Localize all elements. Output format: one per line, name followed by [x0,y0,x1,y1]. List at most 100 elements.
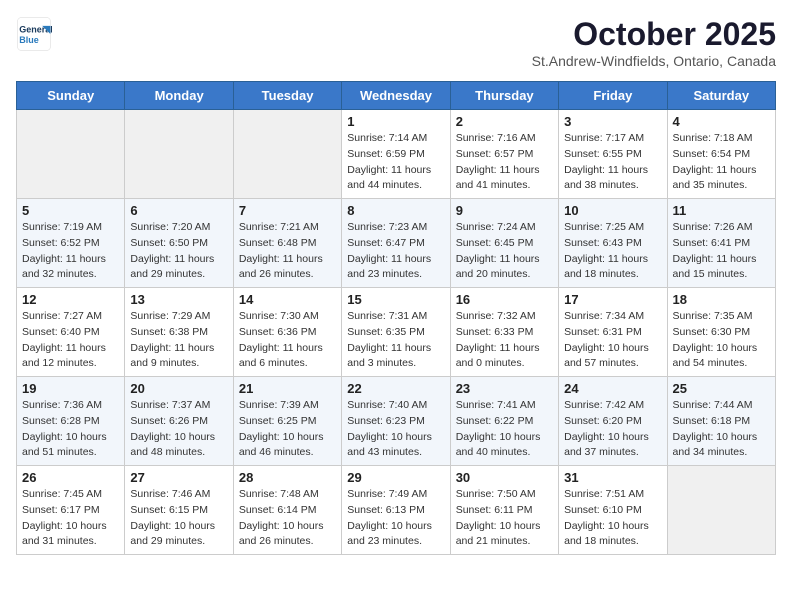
day-number: 21 [239,381,336,396]
calendar-cell: 23 Sunrise: 7:41 AM Sunset: 6:22 PM Dayli… [450,377,558,466]
day-of-week-header: Sunday [17,82,125,110]
day-of-week-header: Friday [559,82,667,110]
day-info: Sunrise: 7:36 AM Sunset: 6:28 PM Dayligh… [22,398,119,461]
day-number: 10 [564,203,661,218]
calendar-cell: 2 Sunrise: 7:16 AM Sunset: 6:57 PM Daylig… [450,110,558,199]
calendar-cell: 20 Sunrise: 7:37 AM Sunset: 6:26 PM Dayli… [125,377,233,466]
location-title: St.Andrew-Windfields, Ontario, Canada [532,53,776,69]
calendar-week-row: 5Sunrise: 7:19 AM Sunset: 6:52 PM Daylig… [17,199,776,288]
day-number: 11 [673,203,770,218]
day-info: Sunrise: 7:50 AM Sunset: 6:11 PM Dayligh… [456,487,553,550]
day-info: Sunrise: 7:37 AM Sunset: 6:26 PM Dayligh… [130,398,227,461]
day-number: 25 [673,381,770,396]
calendar-cell: 21Sunrise: 7:39 AM Sunset: 6:25 PM Dayli… [233,377,341,466]
day-number: 15 [347,292,444,307]
calendar-cell: 25Sunrise: 7:44 AM Sunset: 6:18 PM Dayli… [667,377,775,466]
calendar-cell [125,110,233,199]
day-of-week-header: Tuesday [233,82,341,110]
day-number: 6 [130,203,227,218]
day-number: 18 [673,292,770,307]
day-number: 20 [130,381,227,396]
day-number: 31 [564,470,661,485]
calendar-table: SundayMondayTuesdayWednesdayThursdayFrid… [16,81,776,555]
calendar-cell: 19Sunrise: 7:36 AM Sunset: 6:28 PM Dayli… [17,377,125,466]
calendar-week-row: 12 Sunrise: 7:27 AM Sunset: 6:40 PM Dayli… [17,288,776,377]
calendar-header: SundayMondayTuesdayWednesdayThursdayFrid… [17,82,776,110]
day-number: 26 [22,470,119,485]
days-of-week-row: SundayMondayTuesdayWednesdayThursdayFrid… [17,82,776,110]
calendar-body: 1 Sunrise: 7:14 AM Sunset: 6:59 PM Daylig… [17,110,776,555]
day-info: Sunrise: 7:17 AM Sunset: 6:55 PM Dayligh… [564,131,661,194]
calendar-cell [17,110,125,199]
day-number: 23 [456,381,553,396]
day-info: Sunrise: 7:21 AM Sunset: 6:48 PM Dayligh… [239,220,336,283]
calendar-cell: 10Sunrise: 7:25 AM Sunset: 6:43 PM Dayli… [559,199,667,288]
logo-icon: General Blue [16,16,52,52]
calendar-cell: 22 Sunrise: 7:40 AM Sunset: 6:23 PM Dayli… [342,377,450,466]
day-info: Sunrise: 7:14 AM Sunset: 6:59 PM Dayligh… [347,131,444,194]
calendar-cell: 13 Sunrise: 7:29 AM Sunset: 6:38 PM Dayli… [125,288,233,377]
calendar-cell: 7 Sunrise: 7:21 AM Sunset: 6:48 PM Daylig… [233,199,341,288]
day-number: 12 [22,292,119,307]
calendar-cell: 11 Sunrise: 7:26 AM Sunset: 6:41 PM Dayli… [667,199,775,288]
title-block: October 2025 St.Andrew-Windfields, Ontar… [532,16,776,69]
calendar-cell: 30Sunrise: 7:50 AM Sunset: 6:11 PM Dayli… [450,466,558,555]
day-info: Sunrise: 7:31 AM Sunset: 6:35 PM Dayligh… [347,309,444,372]
calendar-cell: 1 Sunrise: 7:14 AM Sunset: 6:59 PM Daylig… [342,110,450,199]
calendar-cell: 26 Sunrise: 7:45 AM Sunset: 6:17 PM Dayli… [17,466,125,555]
day-info: Sunrise: 7:40 AM Sunset: 6:23 PM Dayligh… [347,398,444,461]
day-number: 27 [130,470,227,485]
day-number: 8 [347,203,444,218]
calendar-week-row: 26 Sunrise: 7:45 AM Sunset: 6:17 PM Dayli… [17,466,776,555]
day-number: 14 [239,292,336,307]
calendar-cell: 27Sunrise: 7:46 AM Sunset: 6:15 PM Dayli… [125,466,233,555]
calendar-week-row: 1 Sunrise: 7:14 AM Sunset: 6:59 PM Daylig… [17,110,776,199]
day-number: 2 [456,114,553,129]
day-number: 29 [347,470,444,485]
day-number: 28 [239,470,336,485]
logo: General Blue [16,16,52,52]
day-info: Sunrise: 7:27 AM Sunset: 6:40 PM Dayligh… [22,309,119,372]
calendar-cell: 6Sunrise: 7:20 AM Sunset: 6:50 PM Daylig… [125,199,233,288]
day-info: Sunrise: 7:32 AM Sunset: 6:33 PM Dayligh… [456,309,553,372]
month-title: October 2025 [532,16,776,53]
day-info: Sunrise: 7:24 AM Sunset: 6:45 PM Dayligh… [456,220,553,283]
calendar-cell: 9 Sunrise: 7:24 AM Sunset: 6:45 PM Daylig… [450,199,558,288]
day-of-week-header: Wednesday [342,82,450,110]
day-number: 1 [347,114,444,129]
day-number: 24 [564,381,661,396]
day-info: Sunrise: 7:45 AM Sunset: 6:17 PM Dayligh… [22,487,119,550]
day-info: Sunrise: 7:26 AM Sunset: 6:41 PM Dayligh… [673,220,770,283]
day-info: Sunrise: 7:18 AM Sunset: 6:54 PM Dayligh… [673,131,770,194]
day-number: 7 [239,203,336,218]
calendar-cell: 4 Sunrise: 7:18 AM Sunset: 6:54 PM Daylig… [667,110,775,199]
calendar-cell: 15 Sunrise: 7:31 AM Sunset: 6:35 PM Dayli… [342,288,450,377]
calendar-cell: 5Sunrise: 7:19 AM Sunset: 6:52 PM Daylig… [17,199,125,288]
day-info: Sunrise: 7:34 AM Sunset: 6:31 PM Dayligh… [564,309,661,372]
calendar-cell [233,110,341,199]
day-of-week-header: Thursday [450,82,558,110]
day-number: 16 [456,292,553,307]
svg-text:Blue: Blue [19,35,39,45]
day-number: 22 [347,381,444,396]
day-of-week-header: Monday [125,82,233,110]
day-number: 4 [673,114,770,129]
day-number: 3 [564,114,661,129]
day-of-week-header: Saturday [667,82,775,110]
calendar-cell: 8Sunrise: 7:23 AM Sunset: 6:47 PM Daylig… [342,199,450,288]
day-info: Sunrise: 7:19 AM Sunset: 6:52 PM Dayligh… [22,220,119,283]
calendar-cell: 29Sunrise: 7:49 AM Sunset: 6:13 PM Dayli… [342,466,450,555]
page-header: General Blue October 2025 St.Andrew-Wind… [16,16,776,69]
day-info: Sunrise: 7:16 AM Sunset: 6:57 PM Dayligh… [456,131,553,194]
calendar-cell: 3 Sunrise: 7:17 AM Sunset: 6:55 PM Daylig… [559,110,667,199]
day-info: Sunrise: 7:29 AM Sunset: 6:38 PM Dayligh… [130,309,227,372]
day-number: 17 [564,292,661,307]
day-number: 9 [456,203,553,218]
calendar-cell: 18Sunrise: 7:35 AM Sunset: 6:30 PM Dayli… [667,288,775,377]
day-number: 13 [130,292,227,307]
calendar-cell [667,466,775,555]
calendar-cell: 16 Sunrise: 7:32 AM Sunset: 6:33 PM Dayli… [450,288,558,377]
day-info: Sunrise: 7:30 AM Sunset: 6:36 PM Dayligh… [239,309,336,372]
day-info: Sunrise: 7:41 AM Sunset: 6:22 PM Dayligh… [456,398,553,461]
day-info: Sunrise: 7:42 AM Sunset: 6:20 PM Dayligh… [564,398,661,461]
